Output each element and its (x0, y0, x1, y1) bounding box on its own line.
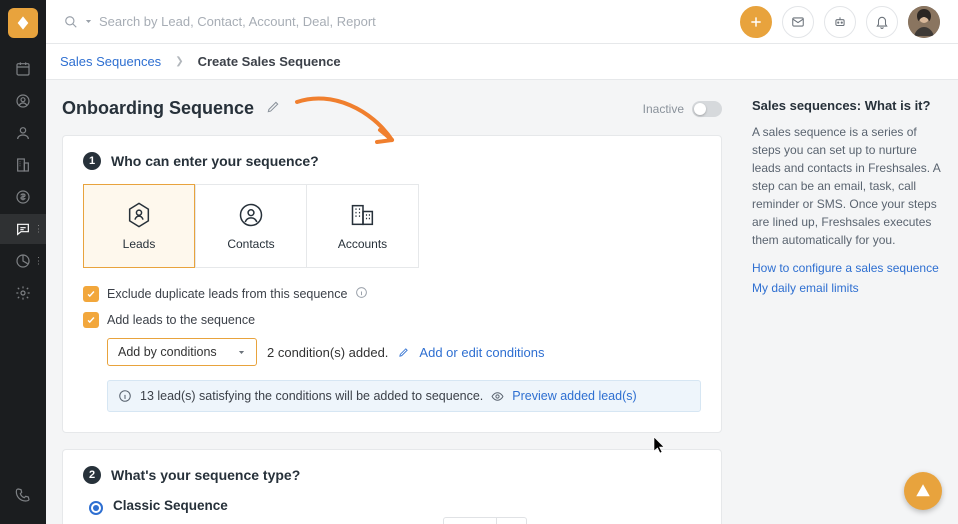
edit-title-button[interactable] (266, 100, 280, 117)
chevron-down-icon[interactable] (84, 17, 93, 26)
check-icon (86, 315, 96, 325)
classic-sequence-label: Classic Sequence (113, 498, 701, 513)
step-number-1: 1 (83, 152, 101, 170)
status-label: Inactive (643, 102, 684, 116)
exclude-duplicates-label: Exclude duplicate leads from this sequen… (107, 287, 347, 301)
search-icon (64, 15, 78, 29)
calendar-icon (15, 61, 31, 77)
lead-hex-icon (125, 201, 153, 229)
step-number-2: 2 (83, 466, 101, 484)
quick-add-button[interactable] (740, 6, 772, 38)
exclude-info-icon[interactable] (355, 286, 368, 302)
eye-icon (491, 390, 504, 403)
nav-conversations[interactable]: ⋮ (0, 214, 46, 244)
help-link-limits[interactable]: My daily email limits (752, 281, 944, 295)
conditions-count-text: 2 condition(s) added. (267, 345, 388, 360)
mail-button[interactable] (782, 6, 814, 38)
matching-leads-text: 13 lead(s) satisfying the conditions wil… (140, 389, 483, 403)
audience-tab-accounts[interactable]: Accounts (307, 184, 419, 268)
bot-icon (833, 15, 847, 29)
info-icon (355, 286, 368, 299)
step2-heading: What's your sequence type? (111, 467, 300, 483)
mail-icon (791, 15, 805, 29)
caret-down-icon (237, 348, 246, 357)
freddy-button[interactable] (824, 6, 856, 38)
nav-deals[interactable] (0, 182, 46, 212)
breadcrumb: Sales Sequences ❯ Create Sales Sequence (46, 44, 958, 80)
help-link-configure[interactable]: How to configure a sales sequence (752, 261, 944, 275)
nav-calendar[interactable] (0, 54, 46, 84)
classic-sequence-radio[interactable] (89, 501, 103, 515)
user-icon (15, 125, 31, 141)
edit-conditions-link[interactable]: Add or edit conditions (419, 345, 544, 360)
add-method-select[interactable]: Add by conditions (107, 338, 257, 366)
pie-icon (15, 253, 31, 269)
add-leads-label: Add leads to the sequence (107, 313, 255, 327)
breadcrumb-root[interactable]: Sales Sequences (60, 54, 161, 69)
accounts-icon (349, 201, 377, 229)
nav-phone[interactable] (0, 480, 46, 510)
app-logo[interactable] (8, 8, 38, 38)
audience-tab-contacts[interactable]: Contacts (195, 184, 307, 268)
matching-leads-info: 13 lead(s) satisfying the conditions wil… (107, 380, 701, 412)
info-icon (118, 389, 132, 403)
phone-icon (15, 487, 31, 503)
help-body: A sales sequence is a series of steps yo… (752, 123, 944, 249)
exclude-duplicates-checkbox[interactable] (83, 286, 99, 302)
preview-leads-link[interactable]: Preview added lead(s) (512, 389, 636, 403)
audience-tab-accounts-label: Accounts (338, 237, 387, 251)
audience-tab-leads[interactable]: Leads (83, 184, 195, 268)
check-icon (86, 289, 96, 299)
active-toggle[interactable] (692, 101, 722, 117)
bell-icon (875, 15, 889, 29)
help-title: Sales sequences: What is it? (752, 98, 944, 113)
nav-reports[interactable]: ⋮ (0, 246, 46, 276)
audience-tab-leads-label: Leads (123, 237, 156, 251)
avatar-image (908, 6, 940, 38)
user-circle-icon (15, 93, 31, 109)
add-method-value: Add by conditions (118, 345, 217, 359)
audience-tab-contacts-label: Contacts (227, 237, 274, 251)
freshsales-logo-icon (15, 15, 31, 31)
sequence-title: Onboarding Sequence (62, 98, 254, 119)
gear-icon (15, 285, 31, 301)
pencil-icon (266, 100, 280, 114)
execute-time-picker-button[interactable] (497, 517, 527, 524)
notifications-button[interactable] (866, 6, 898, 38)
building-icon (15, 157, 31, 173)
chevron-right-icon: ❯ (175, 56, 183, 67)
breadcrumb-current: Create Sales Sequence (198, 54, 341, 69)
nav-contacts[interactable] (0, 118, 46, 148)
contact-icon (237, 201, 265, 229)
pencil-small-icon (398, 347, 409, 358)
add-leads-checkbox[interactable] (83, 312, 99, 328)
user-avatar[interactable] (908, 6, 940, 38)
dollar-icon (15, 189, 31, 205)
fab-icon (914, 482, 932, 500)
nav-accounts[interactable] (0, 150, 46, 180)
help-fab-button[interactable] (904, 472, 942, 510)
plus-icon (749, 15, 763, 29)
nav-settings[interactable] (0, 278, 46, 308)
nav-leads[interactable] (0, 86, 46, 116)
global-search-input[interactable] (99, 14, 479, 29)
step1-heading: Who can enter your sequence? (111, 153, 319, 169)
execute-time-input[interactable]: 08:30 (443, 517, 497, 524)
chat-icon (15, 221, 31, 237)
